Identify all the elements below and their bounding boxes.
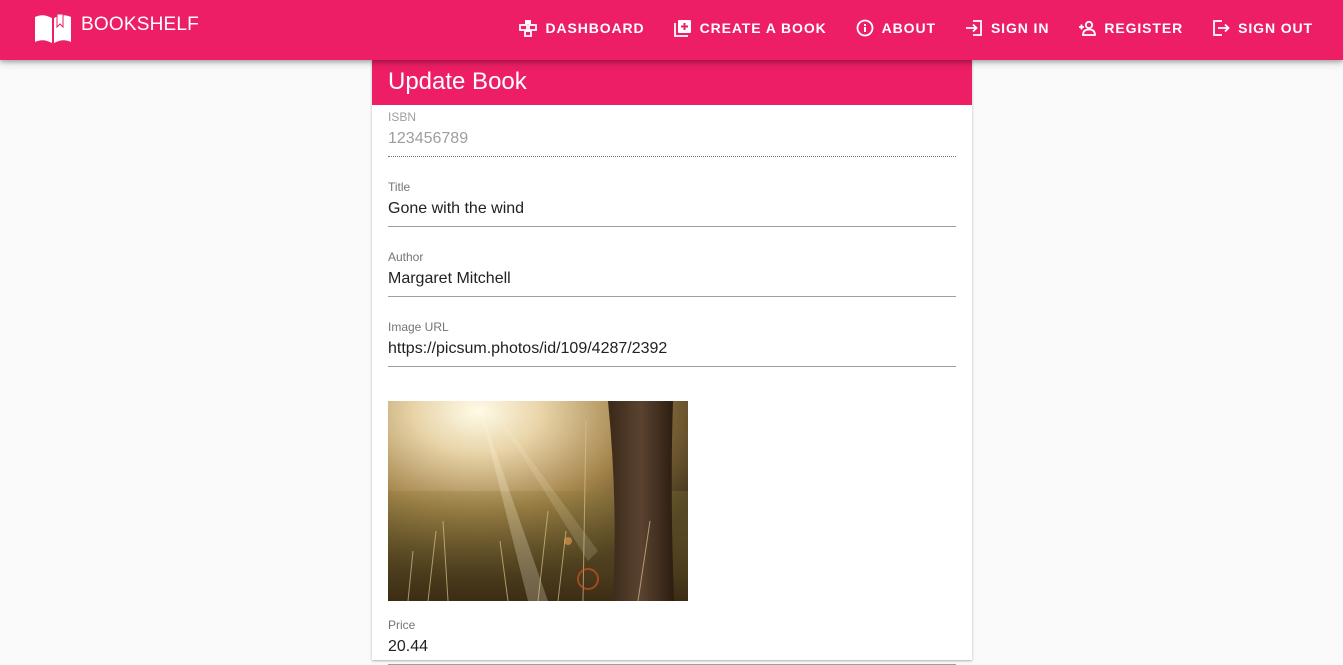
title-label: Title bbox=[388, 180, 411, 194]
info-icon bbox=[856, 19, 874, 37]
dashboard-icon bbox=[519, 20, 538, 37]
card-title: Update Book bbox=[372, 60, 972, 105]
nav-register[interactable]: REGISTER bbox=[1078, 19, 1183, 37]
title-input[interactable]: Gone with the wind bbox=[388, 199, 956, 227]
nav-about-label: ABOUT bbox=[881, 20, 936, 36]
isbn-input: 123456789 bbox=[388, 129, 956, 157]
person-add-icon bbox=[1079, 20, 1097, 36]
nav-dashboard[interactable]: DASHBOARD bbox=[519, 19, 644, 37]
nav-sign-out-label: SIGN OUT bbox=[1238, 20, 1313, 36]
nav-about[interactable]: ABOUT bbox=[856, 19, 936, 37]
nav-sign-in[interactable]: SIGN IN bbox=[965, 19, 1049, 37]
isbn-label: ISBN bbox=[388, 110, 417, 124]
price-input[interactable]: 20.44 bbox=[388, 637, 956, 665]
book-cover-image bbox=[388, 401, 688, 601]
nav-sign-in-label: SIGN IN bbox=[990, 20, 1050, 36]
image-url-input[interactable]: https://picsum.photos/id/109/4287/2392 bbox=[388, 339, 956, 367]
nav-register-label: REGISTER bbox=[1104, 20, 1184, 36]
author-label: Author bbox=[388, 250, 424, 264]
sign-out-icon bbox=[1213, 20, 1230, 36]
open-book-icon bbox=[35, 13, 71, 44]
brand-title: BOOKSHELF bbox=[81, 14, 199, 35]
library-add-icon bbox=[673, 20, 691, 37]
image-url-field[interactable]: Image URL https://picsum.photos/id/109/4… bbox=[388, 320, 956, 367]
nav-sign-out[interactable]: SIGN OUT bbox=[1212, 19, 1313, 37]
price-field[interactable]: Price 20.44 bbox=[388, 618, 956, 665]
author-field[interactable]: Author Margaret Mitchell bbox=[388, 250, 956, 297]
brand-link[interactable]: BOOKSHELF bbox=[34, 12, 199, 46]
nav-create-book[interactable]: CREATE A BOOK bbox=[673, 19, 827, 37]
author-input[interactable]: Margaret Mitchell bbox=[388, 269, 956, 297]
nav-dashboard-label: DASHBOARD bbox=[545, 20, 645, 36]
nav-create-book-label: CREATE A BOOK bbox=[699, 20, 827, 36]
sign-in-icon bbox=[965, 20, 982, 36]
isbn-field: ISBN 123456789 bbox=[388, 110, 956, 157]
main-nav: DASHBOARD CREATE A BOOK ABOUT SIGN IN RE… bbox=[519, 0, 1313, 56]
image-url-label: Image URL bbox=[388, 320, 449, 334]
app-bar: BOOKSHELF DASHBOARD CREATE A BOOK ABOUT … bbox=[0, 0, 1343, 60]
update-book-card: Update Book ISBN 123456789 Title Gone wi… bbox=[372, 60, 972, 665]
title-field[interactable]: Title Gone with the wind bbox=[388, 180, 956, 227]
price-label: Price bbox=[388, 618, 416, 632]
